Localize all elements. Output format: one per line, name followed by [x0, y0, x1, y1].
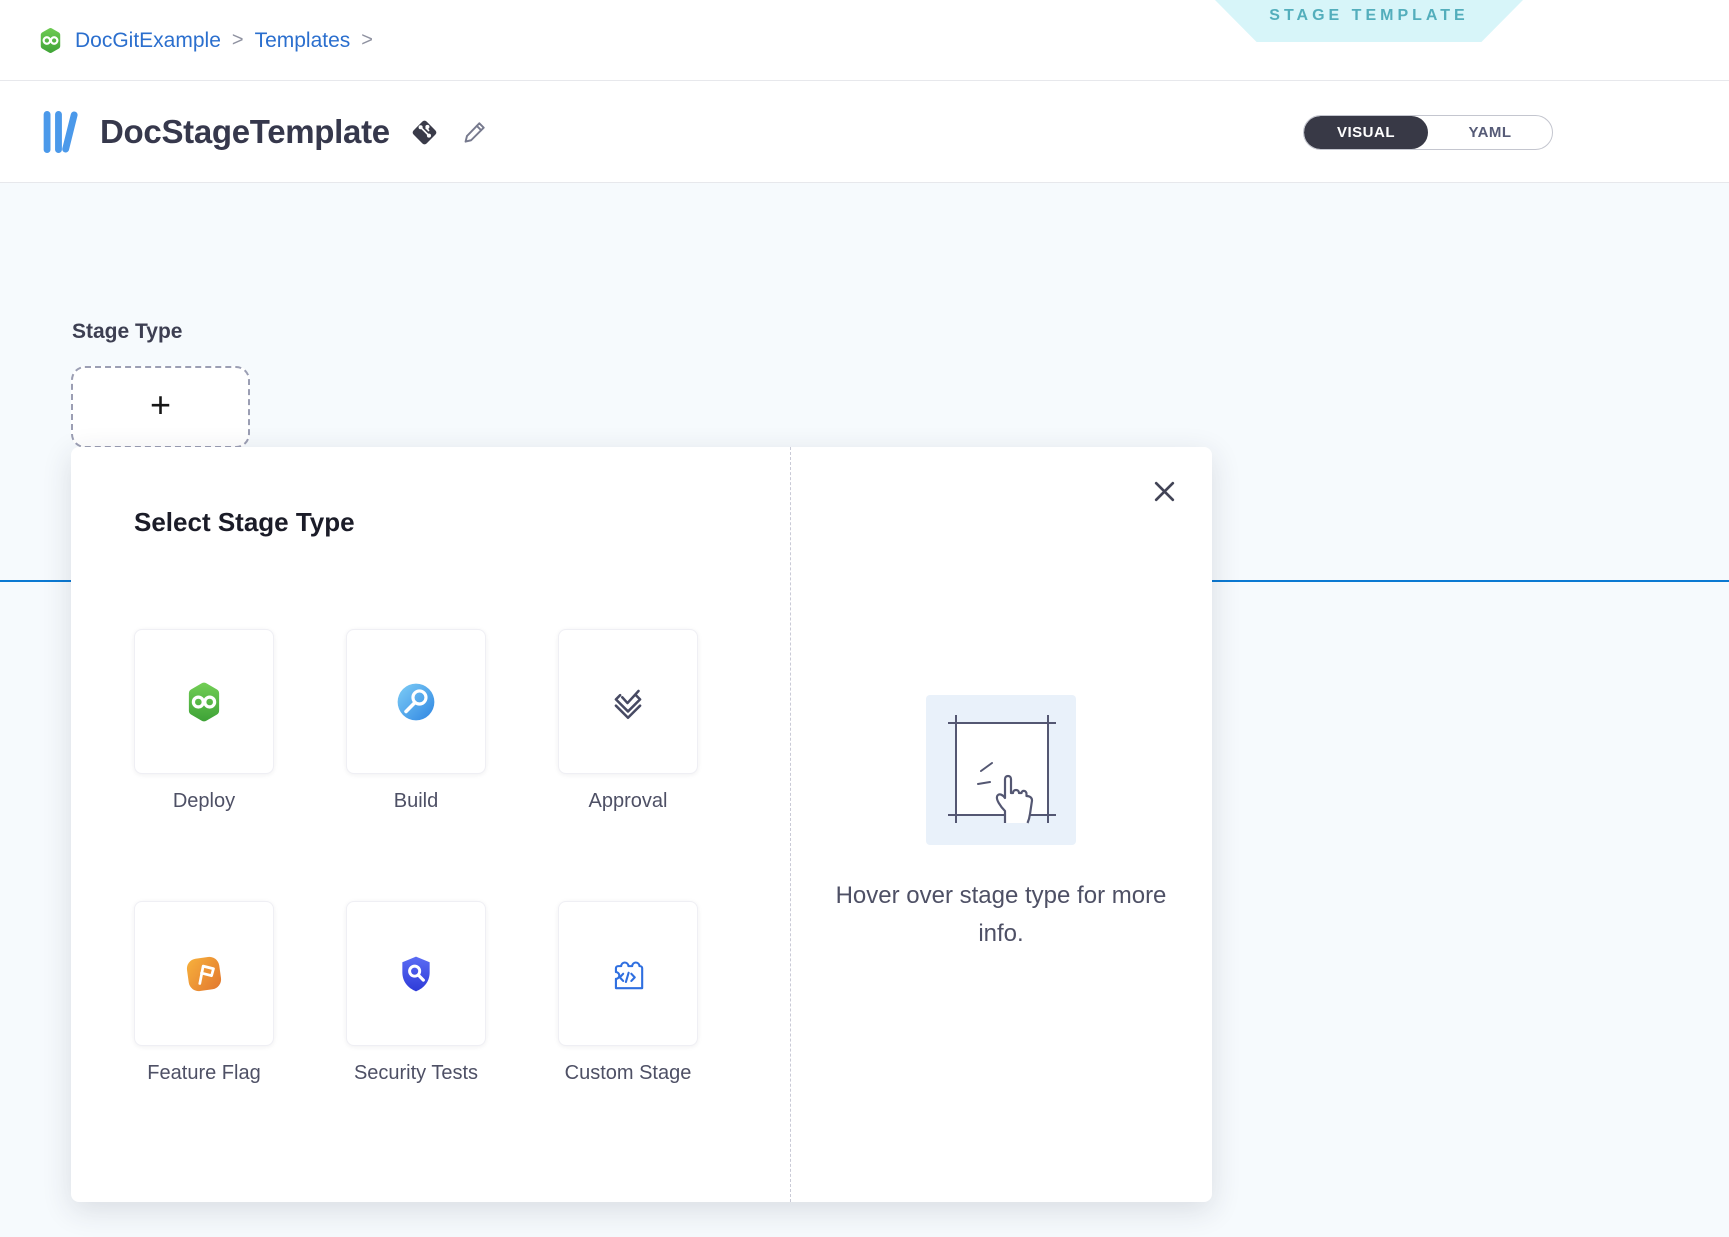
- stage-template-badge: STAGE TEMPLATE: [1215, 0, 1523, 42]
- build-icon: [395, 681, 437, 723]
- stage-type-card-deploy[interactable]: [134, 629, 274, 774]
- breadcrumb-separator: >: [361, 29, 373, 52]
- toggle-visual[interactable]: VISUAL: [1304, 116, 1428, 149]
- stage-type-label-text: Feature Flag: [134, 1059, 274, 1117]
- stage-type-label-text: Deploy: [134, 787, 274, 845]
- project-hexagon-icon: [37, 27, 64, 54]
- stage-type-label-text: Custom Stage: [558, 1059, 698, 1117]
- hover-info-text: Hover over stage type for more info.: [790, 877, 1212, 953]
- edit-pencil-icon[interactable]: [459, 117, 490, 148]
- modal-left-pane: Select Stage Type Deploy Build Approval: [71, 447, 790, 1202]
- title-bar: DocStageTemplate VISUAL YAML: [0, 81, 1729, 183]
- hover-select-illustration: [926, 695, 1076, 845]
- library-icon: [40, 107, 82, 157]
- security-tests-icon: [395, 953, 437, 995]
- breadcrumb: DocGitExample > Templates >: [37, 0, 373, 81]
- plus-icon: +: [150, 387, 171, 423]
- feature-flag-icon: [183, 953, 225, 995]
- add-stage-button[interactable]: +: [71, 366, 250, 448]
- page-title: DocStageTemplate: [100, 113, 390, 151]
- stage-type-grid: Deploy Build Approval Feature Flag: [134, 629, 698, 1117]
- toggle-yaml[interactable]: YAML: [1428, 116, 1552, 149]
- close-icon[interactable]: [1148, 475, 1180, 507]
- stage-template-editor: DocGitExample > Templates > STAGE TEMPLA…: [0, 0, 1729, 1237]
- stage-type-label-text: Security Tests: [346, 1059, 486, 1117]
- stage-type-card-security-tests[interactable]: [346, 901, 486, 1046]
- title-group: DocStageTemplate: [40, 81, 490, 183]
- stage-type-label-text: Approval: [558, 787, 698, 845]
- breadcrumb-bar: DocGitExample > Templates > STAGE TEMPLA…: [0, 0, 1729, 81]
- stage-type-label-text: Build: [346, 787, 486, 845]
- modal-heading: Select Stage Type: [134, 507, 355, 538]
- breadcrumb-project-link[interactable]: DocGitExample: [75, 29, 221, 53]
- custom-stage-icon: [607, 953, 649, 995]
- approval-icon: [607, 681, 649, 723]
- git-diamond-icon: [408, 116, 441, 149]
- stage-type-card-build[interactable]: [346, 629, 486, 774]
- deploy-icon: [183, 681, 225, 723]
- select-stage-type-modal: Select Stage Type Deploy Build Approval: [71, 447, 1212, 1202]
- modal-right-pane: Hover over stage type for more info.: [790, 447, 1212, 1202]
- stage-template-badge-label: STAGE TEMPLATE: [1269, 7, 1468, 25]
- visual-yaml-toggle: VISUAL YAML: [1303, 115, 1553, 150]
- stage-type-card-custom-stage[interactable]: [558, 901, 698, 1046]
- stage-type-card-feature-flag[interactable]: [134, 901, 274, 1046]
- stage-type-card-approval[interactable]: [558, 629, 698, 774]
- breadcrumb-templates-link[interactable]: Templates: [255, 29, 351, 53]
- breadcrumb-separator: >: [232, 29, 244, 52]
- stage-type-label: Stage Type: [72, 320, 182, 344]
